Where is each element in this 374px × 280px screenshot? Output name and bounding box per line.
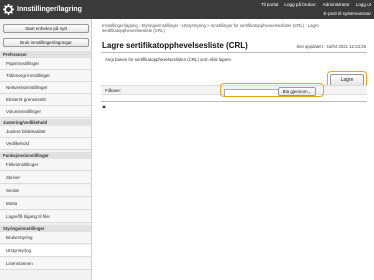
sidebar-item-device-management[interactable]: Utstyrstyring bbox=[0, 245, 91, 257]
sidebar-item-maintenance[interactable]: Vedlikehold bbox=[0, 138, 91, 150]
divider bbox=[101, 52, 367, 53]
file-path-label: Filbane: bbox=[105, 88, 122, 93]
up-arrow-icon bbox=[102, 105, 106, 108]
sidebar-item-receive[interactable]: Motta bbox=[0, 198, 91, 210]
use-settings-button[interactable]: Bruk innstillinger/lagringar bbox=[3, 38, 89, 47]
restart-device-button[interactable]: Start enheten på nytt bbox=[3, 24, 89, 33]
sidebar-item-license[interactable]: Lisens/annen bbox=[0, 258, 91, 270]
app-title-text: Innstillinger/lagring bbox=[17, 6, 82, 13]
login-user-label: Logg på brukar: bbox=[284, 2, 317, 7]
breadcrumb[interactable]: Innstillinger/lagring : Styringsinnstill… bbox=[102, 23, 364, 33]
sidebar-item-external-interface[interactable]: Eksternt grensesnitt bbox=[0, 94, 91, 106]
file-highlight bbox=[220, 83, 324, 97]
sidebar-item-user-management[interactable]: Brukerstyring bbox=[0, 232, 91, 244]
sidebar-item-send[interactable]: Sende bbox=[0, 185, 91, 197]
gear-icon bbox=[3, 4, 14, 15]
last-updated: Sist oppdatert : 15/04 2021 12:43:25 bbox=[296, 44, 366, 49]
to-top-link[interactable] bbox=[102, 105, 106, 108]
sidebar-item-volume[interactable]: Voluminnstillinger bbox=[0, 106, 91, 118]
email-admin-link[interactable]: E-post til systemansvar bbox=[324, 11, 371, 16]
section-maintenance: Justering/vedlikehold bbox=[0, 119, 91, 126]
sidebar-item-time-energy[interactable]: Tid/energi-innstillinger bbox=[0, 70, 91, 82]
logout-link[interactable]: Logg ut bbox=[356, 2, 371, 7]
main-content: Innstillinger/lagring : Styringsinnstill… bbox=[96, 19, 374, 280]
user-name: Administrator bbox=[322, 2, 350, 7]
sidebar-item-network[interactable]: Nettverksinnstillinger bbox=[0, 82, 91, 94]
page-title: Lagre sertifikatopphevelsesliste (CRL) bbox=[102, 41, 248, 50]
description: Angi banen for sertifikatopphevelseslist… bbox=[105, 57, 232, 62]
sidebar-item-common[interactable]: Felleinnstillinger bbox=[0, 159, 91, 171]
section-preferences: Preferanser bbox=[0, 51, 91, 58]
section-management-settings: Styringsinnstillinger bbox=[0, 225, 91, 232]
portal-link[interactable]: Til portal bbox=[261, 2, 278, 7]
sidebar-item-image-quality[interactable]: Justere bildekvalitet bbox=[0, 126, 91, 138]
sidebar-item-paper[interactable]: Papirinnstillinger bbox=[0, 58, 91, 70]
top-bar: Innstillinger/lagring Til portal Logg på… bbox=[0, 0, 374, 19]
sidebar: Start enheten på nytt Bruk innstillinger… bbox=[0, 19, 92, 280]
app-title: Innstillinger/lagring bbox=[3, 4, 82, 15]
section-function-settings: Funksjonsinnstillinger bbox=[0, 152, 91, 159]
sidebar-item-store-access-files[interactable]: Lagre/få tilgang til filer bbox=[0, 211, 91, 223]
divider bbox=[101, 101, 367, 102]
sidebar-item-printer[interactable]: Skriver bbox=[0, 172, 91, 184]
